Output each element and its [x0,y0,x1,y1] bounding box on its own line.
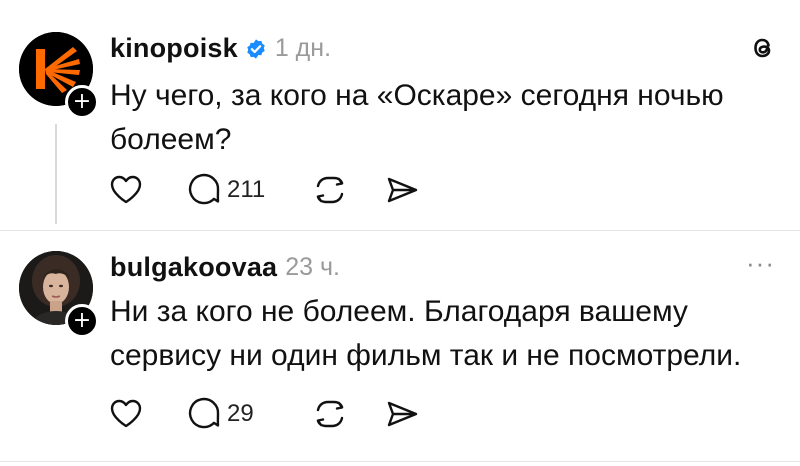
username[interactable]: kinopoisk [110,33,238,64]
like-button[interactable] [108,396,144,432]
feed-divider [0,461,800,462]
post-bulgakoovaa[interactable]: + bulgakoovaa 23 ч. ··· Ни за кого не бо… [0,232,800,466]
comment-icon [188,173,220,205]
heart-icon [110,175,142,204]
comment-button[interactable]: 29 [186,396,254,432]
repost-icon [316,400,344,428]
post-header: kinopoisk 1 дн. [110,33,331,64]
more-options-button[interactable]: ··· [746,250,775,276]
post-text: Ну чего, за кого на «Оскаре» сегодня ноч… [110,79,724,156]
comment-count: 211 [227,176,266,203]
threads-logo-icon[interactable] [747,32,779,64]
comment-icon [188,397,220,429]
verified-icon [247,38,265,59]
repost-button[interactable] [310,172,350,208]
heart-icon [110,399,142,428]
follow-button[interactable]: + [65,85,99,119]
post-divider [0,230,800,231]
repost-icon [316,176,344,204]
post-header: bulgakoovaa 23 ч. [110,252,340,283]
username[interactable]: bulgakoovaa [110,252,277,283]
follow-button[interactable]: + [65,304,99,338]
comment-count: 29 [227,400,254,427]
thread-line [55,124,57,224]
repost-button[interactable] [310,396,350,432]
share-icon [387,401,418,427]
post-time: 1 дн. [274,34,332,62]
share-button[interactable] [384,396,420,432]
threads-feed: + kinopoisk 1 дн. Ну чего, за кого на «О… [0,0,800,466]
like-button[interactable] [108,172,144,208]
share-icon [387,177,418,203]
post-time: 23 ч. [285,253,340,281]
comment-button[interactable]: 211 [186,172,265,208]
share-button[interactable] [384,172,420,208]
post-kinopoisk[interactable]: + kinopoisk 1 дн. Ну чего, за кого на «О… [0,0,800,232]
post-text: Ни за кого не болеем. Благодаря вашему с… [110,295,742,372]
